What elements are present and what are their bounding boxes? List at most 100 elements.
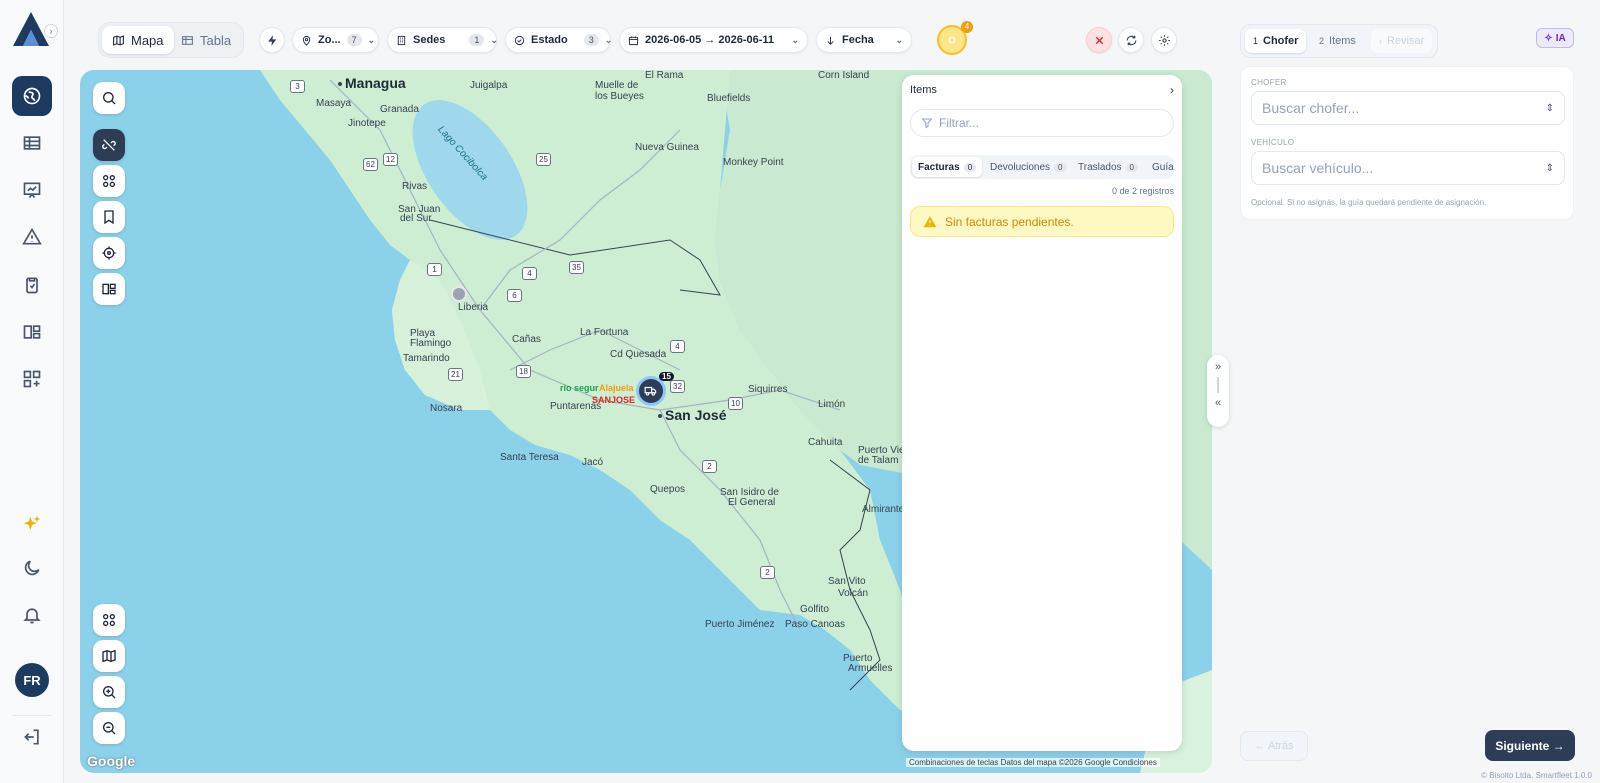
chevron-updown-icon: ⇕ bbox=[1545, 162, 1554, 174]
map-place-label: Puerto Jiménez bbox=[705, 619, 775, 630]
chofer-select[interactable]: Buscar chofer... ⇕ bbox=[1251, 91, 1565, 125]
step-items-label: Items bbox=[1329, 35, 1356, 47]
sort-filter[interactable]: Fecha ⌄ bbox=[816, 27, 912, 53]
map-clusters-button[interactable] bbox=[93, 604, 125, 636]
map-place-label: San Vito bbox=[828, 576, 866, 587]
tab-traslados[interactable]: Traslados 0 bbox=[1072, 157, 1144, 177]
map-view[interactable]: Managua Masaya Granada Juigalpa El Rama Muell… bbox=[80, 70, 1212, 773]
map-place-label: Monkey Point bbox=[723, 157, 784, 168]
table-icon bbox=[23, 136, 41, 150]
road-shield: 3 bbox=[290, 80, 305, 93]
google-logo: Google bbox=[87, 753, 136, 769]
alert-icon bbox=[22, 227, 42, 245]
items-tabs: Facturas0 Devoluciones0 Traslados0 Guías bbox=[910, 155, 1174, 179]
marker-label-orange: Alajuela bbox=[599, 383, 634, 393]
inactive-marker[interactable] bbox=[451, 286, 467, 302]
date-range-filter[interactable]: 2026-06-05 → 2026-06-11 ⌄ bbox=[619, 27, 808, 53]
sedes-filter[interactable]: Sedes 1 ⌄ bbox=[387, 27, 498, 53]
avatar[interactable]: FR bbox=[15, 663, 49, 697]
nav-apps-button[interactable] bbox=[12, 359, 52, 399]
expand-icon[interactable]: » bbox=[1207, 361, 1229, 373]
map-bookmark-button[interactable] bbox=[93, 201, 125, 233]
logout-button[interactable] bbox=[12, 717, 52, 757]
map-grid-button[interactable] bbox=[93, 165, 125, 197]
map-unlink-button[interactable] bbox=[93, 129, 125, 161]
map-place-label: Almirante bbox=[862, 504, 905, 515]
tab-guias[interactable]: Guías bbox=[1146, 157, 1174, 177]
clear-filters-button[interactable] bbox=[1086, 27, 1112, 53]
map-place-label: La Fortuna bbox=[580, 327, 629, 338]
next-button[interactable]: Siguiente → bbox=[1485, 730, 1575, 761]
nav-alerts-button[interactable] bbox=[12, 217, 52, 257]
map-attribution[interactable]: Combinaciones de teclas Datos del mapa ©… bbox=[906, 758, 1160, 767]
zones-filter[interactable]: Zo... 7 ⌄ bbox=[292, 27, 379, 53]
map-place-label: Golfito bbox=[800, 604, 829, 615]
step-items[interactable]: 2 Items bbox=[1311, 29, 1364, 53]
tab-facturas[interactable]: Facturas 0 bbox=[912, 157, 983, 177]
road-shield: 32 bbox=[670, 380, 685, 393]
filter-icon bbox=[921, 118, 933, 129]
panel-collapse-handle[interactable]: » « bbox=[1207, 355, 1229, 427]
map-place-label: Liberia bbox=[458, 302, 489, 313]
back-button[interactable]: ← Atrás bbox=[1240, 731, 1308, 761]
items-filter-input[interactable]: Filtrar... bbox=[910, 109, 1174, 137]
map-place-label: Santa Teresa bbox=[500, 452, 559, 463]
tab-devoluciones[interactable]: Devoluciones 0 bbox=[984, 157, 1073, 177]
close-icon bbox=[1095, 36, 1103, 44]
road-shield: 35 bbox=[569, 261, 584, 274]
zoom-out-icon bbox=[103, 722, 116, 735]
assignment-form: CHOFER Buscar chofer... ⇕ VEHÍCULO Buscar… bbox=[1240, 66, 1574, 220]
map-place-label: Managua bbox=[338, 75, 406, 91]
records-count: 0 de 2 registros bbox=[1111, 186, 1174, 196]
ai-assist-button[interactable]: ✧ IA bbox=[1536, 28, 1574, 48]
nav-ai-button[interactable] bbox=[12, 504, 52, 544]
routes-status-button[interactable]: 4 bbox=[937, 21, 973, 55]
step-revisar[interactable]: › Revisar bbox=[1371, 29, 1433, 53]
sidebar: › FR bbox=[0, 0, 64, 783]
vehiculo-placeholder: Buscar vehículo... bbox=[1262, 160, 1374, 176]
quick-actions-button[interactable] bbox=[259, 27, 285, 53]
map-search-button[interactable] bbox=[93, 82, 125, 114]
zones-count: 7 bbox=[346, 34, 362, 46]
collapse-icon[interactable]: « bbox=[1207, 397, 1229, 409]
tab-devoluciones-label: Devoluciones bbox=[990, 161, 1051, 173]
map-place-label: Tamarindo bbox=[403, 353, 450, 364]
nav-layout-button[interactable] bbox=[12, 312, 52, 352]
map-place-label: Masaya bbox=[316, 98, 352, 109]
refresh-button[interactable] bbox=[1118, 27, 1144, 53]
layout-icon bbox=[102, 283, 116, 295]
view-map-button[interactable]: Mapa bbox=[102, 26, 174, 54]
nav-chart-button[interactable] bbox=[12, 170, 52, 210]
nav-table-button[interactable] bbox=[12, 123, 52, 163]
map-type-button[interactable] bbox=[93, 640, 125, 672]
vehicle-cluster-marker[interactable]: 15 bbox=[636, 372, 674, 406]
map-place-label: Rivas bbox=[402, 181, 428, 192]
step-chofer[interactable]: 1 Chofer bbox=[1245, 29, 1307, 53]
map-place-label: del Sur bbox=[400, 213, 432, 224]
nav-map-button[interactable] bbox=[12, 76, 52, 116]
zoom-in-button[interactable] bbox=[93, 676, 125, 708]
view-table-button[interactable]: Tabla bbox=[171, 26, 241, 54]
map-place-label: Paso Canoas bbox=[785, 619, 846, 630]
map-layout-button[interactable] bbox=[93, 273, 125, 305]
vehiculo-select[interactable]: Buscar vehículo... ⇕ bbox=[1251, 151, 1565, 185]
chevron-down-icon: ⌄ bbox=[367, 34, 376, 45]
refresh-icon bbox=[1126, 35, 1136, 45]
chevron-right-icon[interactable]: › bbox=[1170, 83, 1174, 97]
settings-button[interactable] bbox=[1151, 27, 1177, 53]
map-locate-button[interactable] bbox=[93, 237, 125, 269]
date-range-label: 2026-06-05 → 2026-06-11 bbox=[645, 34, 775, 46]
road-shield: 12 bbox=[383, 153, 398, 166]
notifications-button[interactable] bbox=[12, 595, 52, 635]
road-shield: 10 bbox=[728, 397, 743, 410]
crosshair-icon bbox=[102, 246, 116, 260]
nav-clipboard-button[interactable] bbox=[12, 265, 52, 305]
estado-filter[interactable]: Estado 3 ⌄ bbox=[505, 27, 612, 53]
road-shield: 2 bbox=[760, 566, 775, 579]
zoom-out-button[interactable] bbox=[93, 712, 125, 744]
sidebar-expand-icon[interactable]: › bbox=[44, 24, 58, 38]
sun-icon bbox=[948, 36, 956, 44]
theme-toggle-button[interactable] bbox=[12, 548, 52, 588]
assignment-panel: 1 Chofer 2 Items › Revisar ✧ IA CHOFER Busca… bbox=[1230, 14, 1578, 769]
ai-assist-label: IA bbox=[1555, 32, 1566, 44]
